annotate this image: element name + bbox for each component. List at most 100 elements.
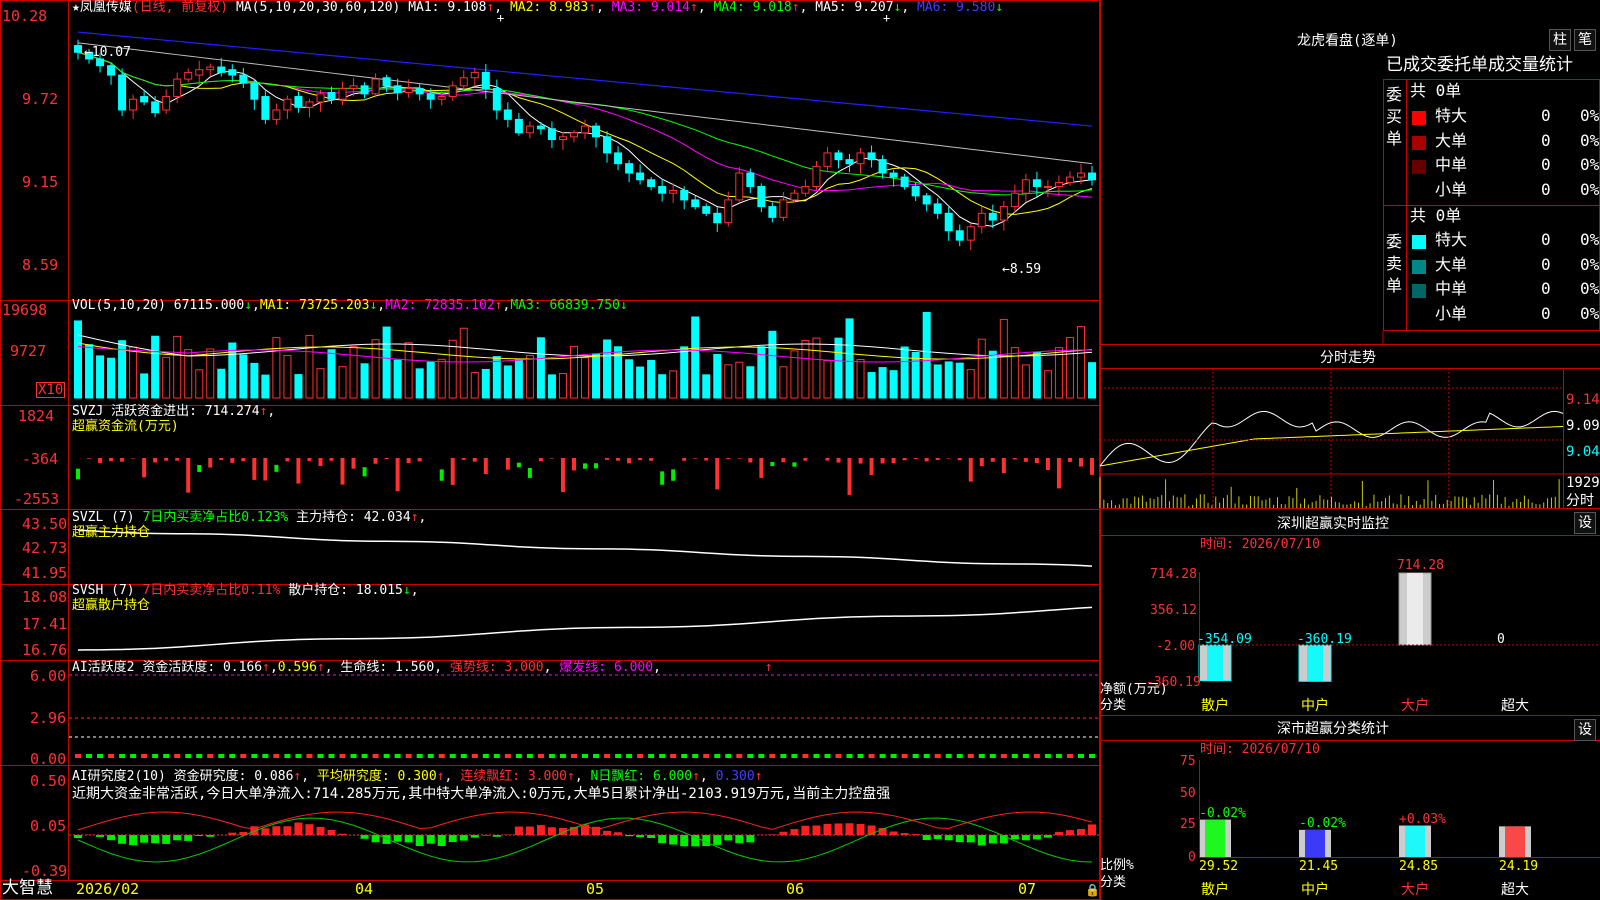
- candle-body: [1043, 185, 1052, 188]
- volume-bar: [272, 337, 281, 399]
- activity-bar: [240, 754, 247, 758]
- activity-bar: [670, 754, 677, 758]
- candle-body: [151, 101, 160, 114]
- monitor-axis-label: 356.12: [1150, 603, 1197, 618]
- lock-icon[interactable]: 🔒: [1085, 884, 1100, 896]
- classify-xlabel: 分类: [1100, 875, 1127, 890]
- classify-settings-button[interactable]: 设: [1574, 719, 1596, 741]
- volume-bar: [669, 370, 678, 399]
- activity-bar: [449, 754, 456, 758]
- fund-flow-bar: [384, 458, 389, 460]
- fund-flow-bar: [241, 458, 246, 462]
- research-bar: [933, 835, 942, 840]
- stroke-mode-button[interactable]: 笔: [1574, 29, 1596, 51]
- candle-body: [338, 88, 347, 100]
- fund-flow-bar: [252, 458, 257, 480]
- fund-flow-bar: [968, 458, 973, 482]
- activity-bar: [251, 754, 258, 758]
- fund-flow-bar: [737, 458, 742, 459]
- monitor-settings-button[interactable]: 设: [1574, 512, 1596, 534]
- intraday-axis-label: 9.04: [1566, 444, 1600, 460]
- intraday-axis-label: 9.09: [1566, 418, 1600, 434]
- star-icon[interactable]: ★: [72, 0, 80, 15]
- candle-body: [305, 101, 314, 108]
- research-bar: [437, 835, 446, 847]
- research-bar: [1021, 835, 1030, 841]
- candle-body: [316, 93, 325, 103]
- research-bar: [448, 835, 457, 843]
- fund-flow-bar: [869, 458, 874, 476]
- research-bar: [669, 835, 678, 845]
- fund-flow-bar: [594, 463, 599, 469]
- activity-bar: [526, 754, 533, 758]
- fund-flow-bar: [1056, 458, 1061, 489]
- activity-bar: [1089, 754, 1095, 758]
- activity-bar: [934, 754, 941, 758]
- period-label[interactable]: (日线, 前复权): [132, 0, 228, 15]
- candle-body: [614, 152, 623, 165]
- candle-body: [459, 77, 468, 87]
- ai1-axis-label: 0.00: [30, 750, 67, 768]
- chart-canvas[interactable]: + +: [0, 0, 1600, 900]
- fund-flow-bar: [990, 458, 995, 462]
- research-bar: [922, 835, 931, 841]
- svsh-header: SVSH (7) 7日内买卖净占比0.11% 散户持仓: 18.015↓,: [72, 583, 419, 598]
- fund-flow-bar: [76, 468, 80, 480]
- activity-bar: [108, 754, 115, 758]
- activity-bar: [747, 754, 754, 758]
- activity-bar: [438, 754, 445, 758]
- research-bar: [680, 835, 689, 847]
- vol-axis-label: 9727: [10, 342, 47, 360]
- column-mode-button[interactable]: 柱: [1549, 29, 1571, 51]
- activity-bar: [537, 754, 544, 758]
- svzj-axis-label: 1824: [18, 407, 55, 425]
- order-count: 0: [1541, 106, 1551, 125]
- candle-body: [801, 185, 810, 194]
- activity-bar: [835, 754, 842, 758]
- intraday-vol-max: 1929: [1566, 475, 1600, 491]
- volume-bar: [547, 374, 556, 399]
- volume-bar: [129, 346, 138, 399]
- ma3-value: MA3: 9.014: [611, 0, 690, 15]
- candle-body: [228, 69, 237, 76]
- fund-flow-bar: [902, 458, 907, 461]
- classify-axis-label: 0: [1188, 850, 1196, 865]
- classify-axis-label: 75: [1180, 754, 1196, 769]
- volume-bar: [569, 345, 578, 399]
- monitor-category: 超大: [1501, 698, 1529, 714]
- research-bar: [404, 835, 413, 843]
- candle-body: [823, 152, 832, 167]
- order-percent: 0%: [1580, 303, 1600, 323]
- volume-bar: [1021, 364, 1030, 399]
- activity-bar: [956, 754, 963, 758]
- volume-bar: [966, 369, 975, 399]
- activity-bar: [493, 754, 500, 758]
- ai-research-header: AI研究度2(10) 资金研究度: 0.086↑, 平均研究度: 0.300↑,…: [72, 769, 763, 784]
- research-bar: [118, 835, 127, 844]
- activity-bar: [86, 754, 93, 758]
- fund-flow-bar: [439, 469, 444, 481]
- candle-body: [669, 190, 678, 194]
- candle-body: [933, 203, 942, 214]
- volume-bar: [448, 339, 457, 399]
- candle-body: [448, 85, 457, 98]
- order-size-label: 小单: [1435, 179, 1468, 199]
- classify-value: 24.19: [1499, 859, 1539, 874]
- volume-bar: [1076, 326, 1085, 399]
- volume-bar: [856, 359, 865, 399]
- activity-bar: [163, 754, 170, 758]
- order-count: 0: [1541, 303, 1551, 323]
- volume-bar: [481, 368, 490, 399]
- volume-bar: [151, 335, 160, 399]
- ma60-line: [77, 42, 1093, 165]
- monitor-category: 散户: [1201, 698, 1229, 714]
- svzl-axis-label: 42.73: [22, 539, 68, 557]
- candle-body: [1054, 181, 1063, 187]
- candle-body: [1076, 172, 1085, 178]
- candle-body: [239, 74, 248, 84]
- fund-flow-bar: [715, 458, 720, 490]
- candle-body: [680, 190, 689, 201]
- volume-bar: [250, 362, 259, 399]
- activity-bar: [427, 754, 434, 758]
- research-green-line: [77, 817, 1093, 863]
